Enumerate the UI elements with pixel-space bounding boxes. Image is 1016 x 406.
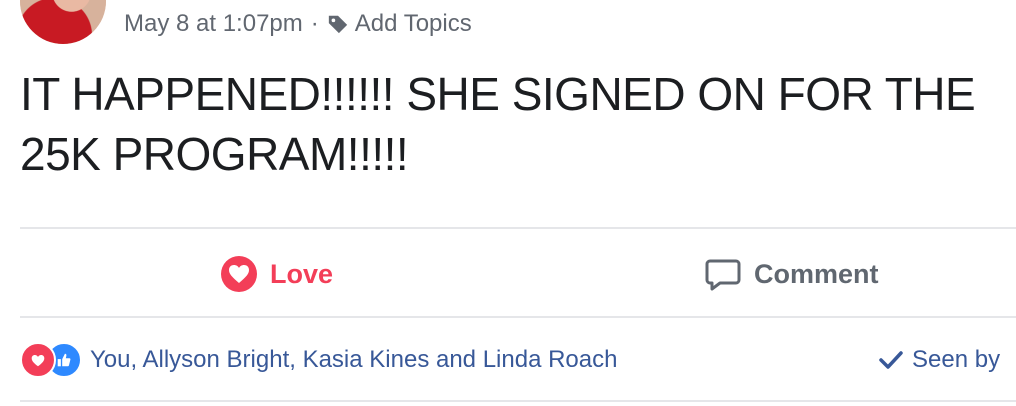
tag-icon: [328, 15, 347, 34]
post-meta: May 8 at 1:07pm · Add Topics: [124, 8, 472, 40]
reaction-summary[interactable]: You, Allyson Bright, Kasia Kines and Lin…: [20, 340, 617, 380]
post-body: IT HAPPENED!!!!!! SHE SIGNED ON FOR THE …: [20, 64, 1000, 184]
divider: [20, 400, 1016, 402]
love-button[interactable]: Love: [220, 248, 333, 300]
divider: [20, 227, 1016, 229]
add-topics-link[interactable]: Add Topics: [355, 10, 472, 38]
seen-by-label: Seen by: [912, 346, 1001, 373]
seen-by[interactable]: Seen by: [878, 340, 1000, 380]
reaction-names[interactable]: You, Allyson Bright, Kasia Kines and Lin…: [90, 346, 617, 374]
love-label: Love: [270, 258, 334, 289]
divider: [20, 316, 1016, 318]
post-timestamp[interactable]: May 8 at 1:07pm: [124, 10, 303, 38]
avatar[interactable]: [20, 0, 106, 44]
checkmark-icon: [879, 351, 903, 369]
comment-label: Comment: [754, 258, 879, 289]
post-text-line-1: IT HAPPENED!!!!!! SHE SIGNED ON FOR THE: [20, 68, 976, 120]
love-reaction-icon: [20, 342, 56, 378]
comment-button[interactable]: Comment: [704, 248, 879, 300]
post-text-line-2: 25K PROGRAM!!!!!: [20, 128, 409, 180]
meta-separator: ·: [310, 10, 319, 37]
avatar-photo: [20, 0, 106, 44]
comment-icon: [705, 259, 741, 291]
love-icon: [221, 256, 257, 292]
